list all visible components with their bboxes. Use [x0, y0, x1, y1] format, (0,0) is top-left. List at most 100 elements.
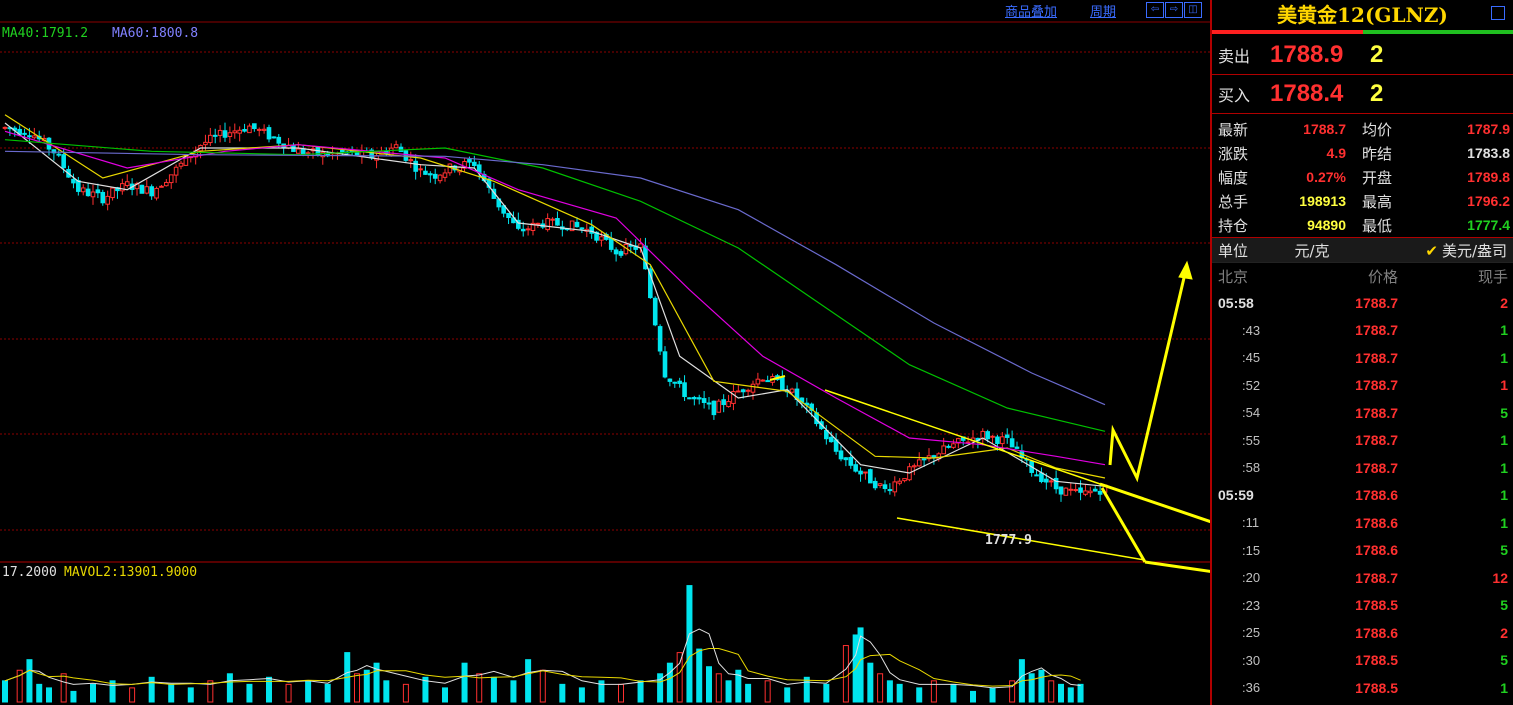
candle-body — [124, 181, 130, 186]
tick-time: :11 — [1242, 515, 1260, 531]
candle-body — [985, 431, 990, 440]
sell-volume: 2 — [1370, 41, 1384, 68]
stats-row: 涨跌 4.9 昨结 1783.8 — [1212, 141, 1513, 165]
ma-line-ma40 — [4, 139, 1106, 432]
tick-list[interactable]: 05:58 1788.7 2:43 1788.7 1:45 1788.7 1:52 1788.… — [1212, 289, 1513, 702]
tick-row[interactable]: 05:59 1788.6 1 — [1212, 482, 1513, 510]
candle-body — [476, 164, 482, 173]
candle-body — [1009, 438, 1015, 448]
candle-body — [912, 465, 917, 468]
candle-body — [599, 236, 604, 241]
candle-body — [667, 378, 673, 382]
candle-body — [80, 187, 86, 193]
tick-row[interactable]: :15 1788.6 5 — [1212, 537, 1513, 565]
stat-k: 持仓 — [1218, 216, 1249, 235]
tick-time: :55 — [1242, 432, 1261, 448]
candle-body — [863, 471, 868, 474]
tick-price: 1788.7 — [1355, 322, 1398, 339]
candle-body — [692, 396, 697, 400]
scroll-buttons[interactable]: ⇦ ⇨ ◫ — [1146, 2, 1202, 18]
stat-k: 涨跌 — [1218, 144, 1249, 163]
candle-body — [212, 134, 218, 137]
kline-chart[interactable] — [0, 0, 1210, 705]
tick-row[interactable]: :58 1788.7 1 — [1212, 454, 1513, 482]
candle-body — [535, 222, 541, 225]
quote-panel: 美黄金12(GLNZ) 卖出 1788.9 2 买入 1788.4 2 最新 17… — [1210, 0, 1513, 705]
volume-bar — [1009, 680, 1016, 703]
low-price-label: 1777.9 — [985, 533, 1032, 548]
volume-bar — [950, 683, 957, 703]
tick-time: :36 — [1242, 680, 1261, 696]
stat-v: 94890 — [1307, 217, 1346, 233]
tick-row[interactable]: :52 1788.7 1 — [1212, 372, 1513, 400]
unit-usd-oz[interactable]: ✔ 美元/盎司 — [1425, 240, 1513, 261]
candle-body — [423, 170, 428, 175]
tick-row[interactable]: :20 1788.7 12 — [1212, 564, 1513, 592]
candle-body — [1083, 490, 1088, 495]
candle-body — [296, 148, 301, 154]
kline-chart-area[interactable]: 商品叠加 周期 ⇦ ⇨ ◫ MA40:1791.2 MA60:1800.8 17… — [0, 0, 1210, 705]
volume-bar — [1038, 669, 1045, 703]
volume-bar — [442, 687, 448, 703]
candle-body — [95, 189, 101, 194]
tick-volume: 1 — [1500, 459, 1508, 476]
candle-body — [1092, 488, 1098, 492]
candle-body — [1088, 490, 1093, 494]
tick-row[interactable]: :55 1788.7 1 — [1212, 427, 1513, 455]
arrow-right-icon[interactable]: ⇨ — [1165, 2, 1183, 18]
candle-body — [388, 147, 394, 156]
volume-bar — [525, 659, 532, 703]
candle-body — [828, 436, 834, 443]
tick-volume: 1 — [1500, 514, 1508, 531]
tick-price: 1788.6 — [1355, 514, 1398, 531]
candle-body — [995, 436, 1000, 444]
ma60-legend: MA60:1800.8 — [112, 26, 199, 41]
candle-body — [887, 489, 893, 492]
tick-price: 1788.7 — [1355, 294, 1398, 311]
stat-k2: 最高 — [1362, 192, 1393, 211]
stat-v2: 1777.4 — [1467, 217, 1510, 233]
tick-row[interactable]: :36 1788.5 1 — [1212, 674, 1513, 702]
candle-body — [550, 218, 555, 221]
stat-k2: 开盘 — [1362, 168, 1393, 187]
unit-row[interactable]: 单位 元/克 ✔ 美元/盎司 — [1212, 238, 1513, 263]
buy-label: 买入 — [1218, 86, 1251, 105]
arrow-left-icon[interactable]: ⇦ — [1146, 2, 1164, 18]
ma-line-ma60 — [4, 150, 1106, 406]
period-button[interactable]: 周期 — [1090, 1, 1116, 20]
candle-body — [843, 457, 849, 461]
tick-volume: 1 — [1500, 377, 1508, 394]
tick-time: 05:58 — [1218, 294, 1254, 311]
tick-header-vol: 现手 — [1477, 267, 1508, 286]
candle-body — [613, 249, 619, 255]
candle-body — [1044, 478, 1049, 483]
tick-row[interactable]: :45 1788.7 1 — [1212, 344, 1513, 372]
layout-icon[interactable]: ◫ — [1184, 2, 1202, 18]
volume-bar — [916, 687, 923, 703]
candle-body — [706, 402, 712, 405]
volume-bar — [26, 659, 33, 703]
stat-v2: 1787.9 — [1467, 121, 1510, 137]
volume-bar — [618, 683, 624, 703]
tick-row[interactable]: :11 1788.6 1 — [1212, 509, 1513, 537]
volume-bar — [764, 680, 771, 703]
candle-body — [467, 159, 472, 163]
tick-row[interactable]: 05:58 1788.7 2 — [1212, 289, 1513, 317]
maximize-icon[interactable] — [1491, 6, 1505, 20]
tick-row[interactable]: :25 1788.6 2 — [1212, 619, 1513, 647]
tick-row[interactable]: :54 1788.7 5 — [1212, 399, 1513, 427]
annotation-arrow-up-head — [1178, 260, 1193, 280]
candle-body — [447, 163, 453, 174]
product-overlay-button[interactable]: 商品叠加 — [1005, 1, 1057, 20]
unit-yuan-gram[interactable]: 元/克 — [1272, 240, 1352, 261]
tick-row[interactable]: :43 1788.7 1 — [1212, 317, 1513, 345]
sell-price: 1788.9 — [1270, 41, 1344, 68]
unit-label: 单位 — [1218, 241, 1249, 260]
tick-table-header: 北京 价格 现手 — [1212, 263, 1513, 289]
volume-bar — [402, 683, 409, 703]
stat-v2: 1796.2 — [1467, 193, 1510, 209]
tick-row[interactable]: :30 1788.5 5 — [1212, 647, 1513, 675]
volume-bar — [510, 680, 517, 703]
tick-row[interactable]: :23 1788.5 5 — [1212, 592, 1513, 620]
candle-body — [877, 483, 883, 487]
